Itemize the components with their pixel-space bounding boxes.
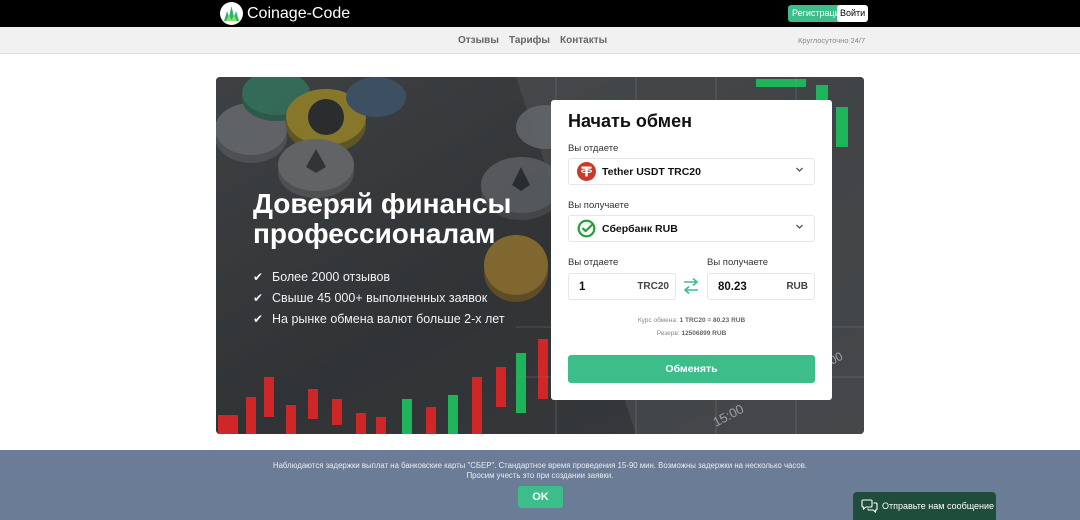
notice-ok-button[interactable]: OK <box>518 486 563 508</box>
chevron-down-icon <box>795 165 804 176</box>
give-currency-name: Tether USDT TRC20 <box>602 165 701 178</box>
logo[interactable]: Coinage-Code <box>220 2 350 25</box>
give-amount-unit: TRC20 <box>637 281 669 292</box>
checkmark-icon: ✔ <box>253 311 264 326</box>
nav-bar: Отзывы Тарифы Контакты Круглосуточно 24/… <box>0 27 1080 54</box>
exchange-form: Начать обмен Вы отдаете Tether USDT TRC2… <box>551 100 832 400</box>
feature-item: ✔ Свыше 45 000+ выполненных заявок <box>253 287 505 308</box>
nav-item-reviews[interactable]: Отзывы <box>458 27 499 54</box>
chat-label: Отправьте нам сообщение <box>882 501 995 511</box>
receive-amount-input[interactable]: 80.23 RUB <box>707 273 815 300</box>
receive-amount-value: 80.23 <box>718 281 747 293</box>
swap-arrows-icon[interactable] <box>682 277 700 300</box>
checkmark-icon: ✔ <box>253 269 264 284</box>
receive-currency-label: Вы получаете <box>568 200 630 211</box>
give-currency-select[interactable]: Tether USDT TRC20 <box>568 158 815 185</box>
give-amount-label: Вы отдаете <box>568 257 619 268</box>
exchange-title: Начать обмен <box>568 111 692 131</box>
give-currency-label: Вы отдаете <box>568 143 619 154</box>
reserve-value: 12506899 RUB <box>681 330 727 337</box>
feature-item: ✔ Более 2000 отзывов <box>253 266 505 287</box>
chat-bubbles-icon <box>861 499 878 513</box>
notice-text: Наблюдаются задержки выплат на банковски… <box>0 461 1080 481</box>
feature-text: Более 2000 отзывов <box>272 269 391 284</box>
rate-label: Курс обмена: <box>637 317 678 324</box>
reserve-label: Резерв: <box>656 330 680 337</box>
receive-amount-label: Вы получаете <box>707 257 769 268</box>
receive-amount-unit: RUB <box>786 281 808 292</box>
nav-item-tariffs[interactable]: Тарифы <box>509 27 550 54</box>
features-list: ✔ Более 2000 отзывов ✔ Свыше 45 000+ вып… <box>253 266 505 329</box>
feature-text: Свыше 45 000+ выполненных заявок <box>272 290 488 305</box>
tether-icon <box>577 162 596 181</box>
nav-item-contacts[interactable]: Контакты <box>560 27 607 54</box>
receive-currency-select[interactable]: Сбербанк RUB <box>568 215 815 242</box>
feature-item: ✔ На рынке обмена валют больше 2-х лет <box>253 308 505 329</box>
login-button[interactable]: Войти <box>837 5 869 22</box>
chat-widget-button[interactable]: Отправьте нам сообщение <box>853 492 996 520</box>
give-amount-input[interactable]: 1 TRC20 <box>568 273 676 300</box>
sberbank-icon <box>577 219 596 238</box>
reserve: Резерв: 12506899 RUB <box>551 330 832 337</box>
give-amount-value: 1 <box>579 281 586 293</box>
exchange-submit-button[interactable]: Обменять <box>568 355 815 383</box>
rate-value: 1 TRC20 = 80.23 RUB <box>679 317 746 324</box>
receive-currency-name: Сбербанк RUB <box>602 222 678 235</box>
chevron-down-icon <box>795 222 804 233</box>
notice-line: Просим учесть это при создании заявки. <box>466 471 614 480</box>
hero-title: Доверяй финансы профессионалам <box>253 188 512 249</box>
feature-text: На рынке обмена валют больше 2-х лет <box>272 311 505 326</box>
coinage-logo-icon <box>220 2 243 25</box>
top-bar: Coinage-Code Регистрация Войти <box>0 0 1080 27</box>
working-hours: Круглосуточно 24/7 <box>798 36 866 45</box>
notice-line: Наблюдаются задержки выплат на банковски… <box>272 461 808 470</box>
brand-name: Coinage-Code <box>247 5 351 22</box>
checkmark-icon: ✔ <box>253 290 264 305</box>
exchange-rate: Курс обмена: 1 TRC20 = 80.23 RUB <box>551 317 832 324</box>
